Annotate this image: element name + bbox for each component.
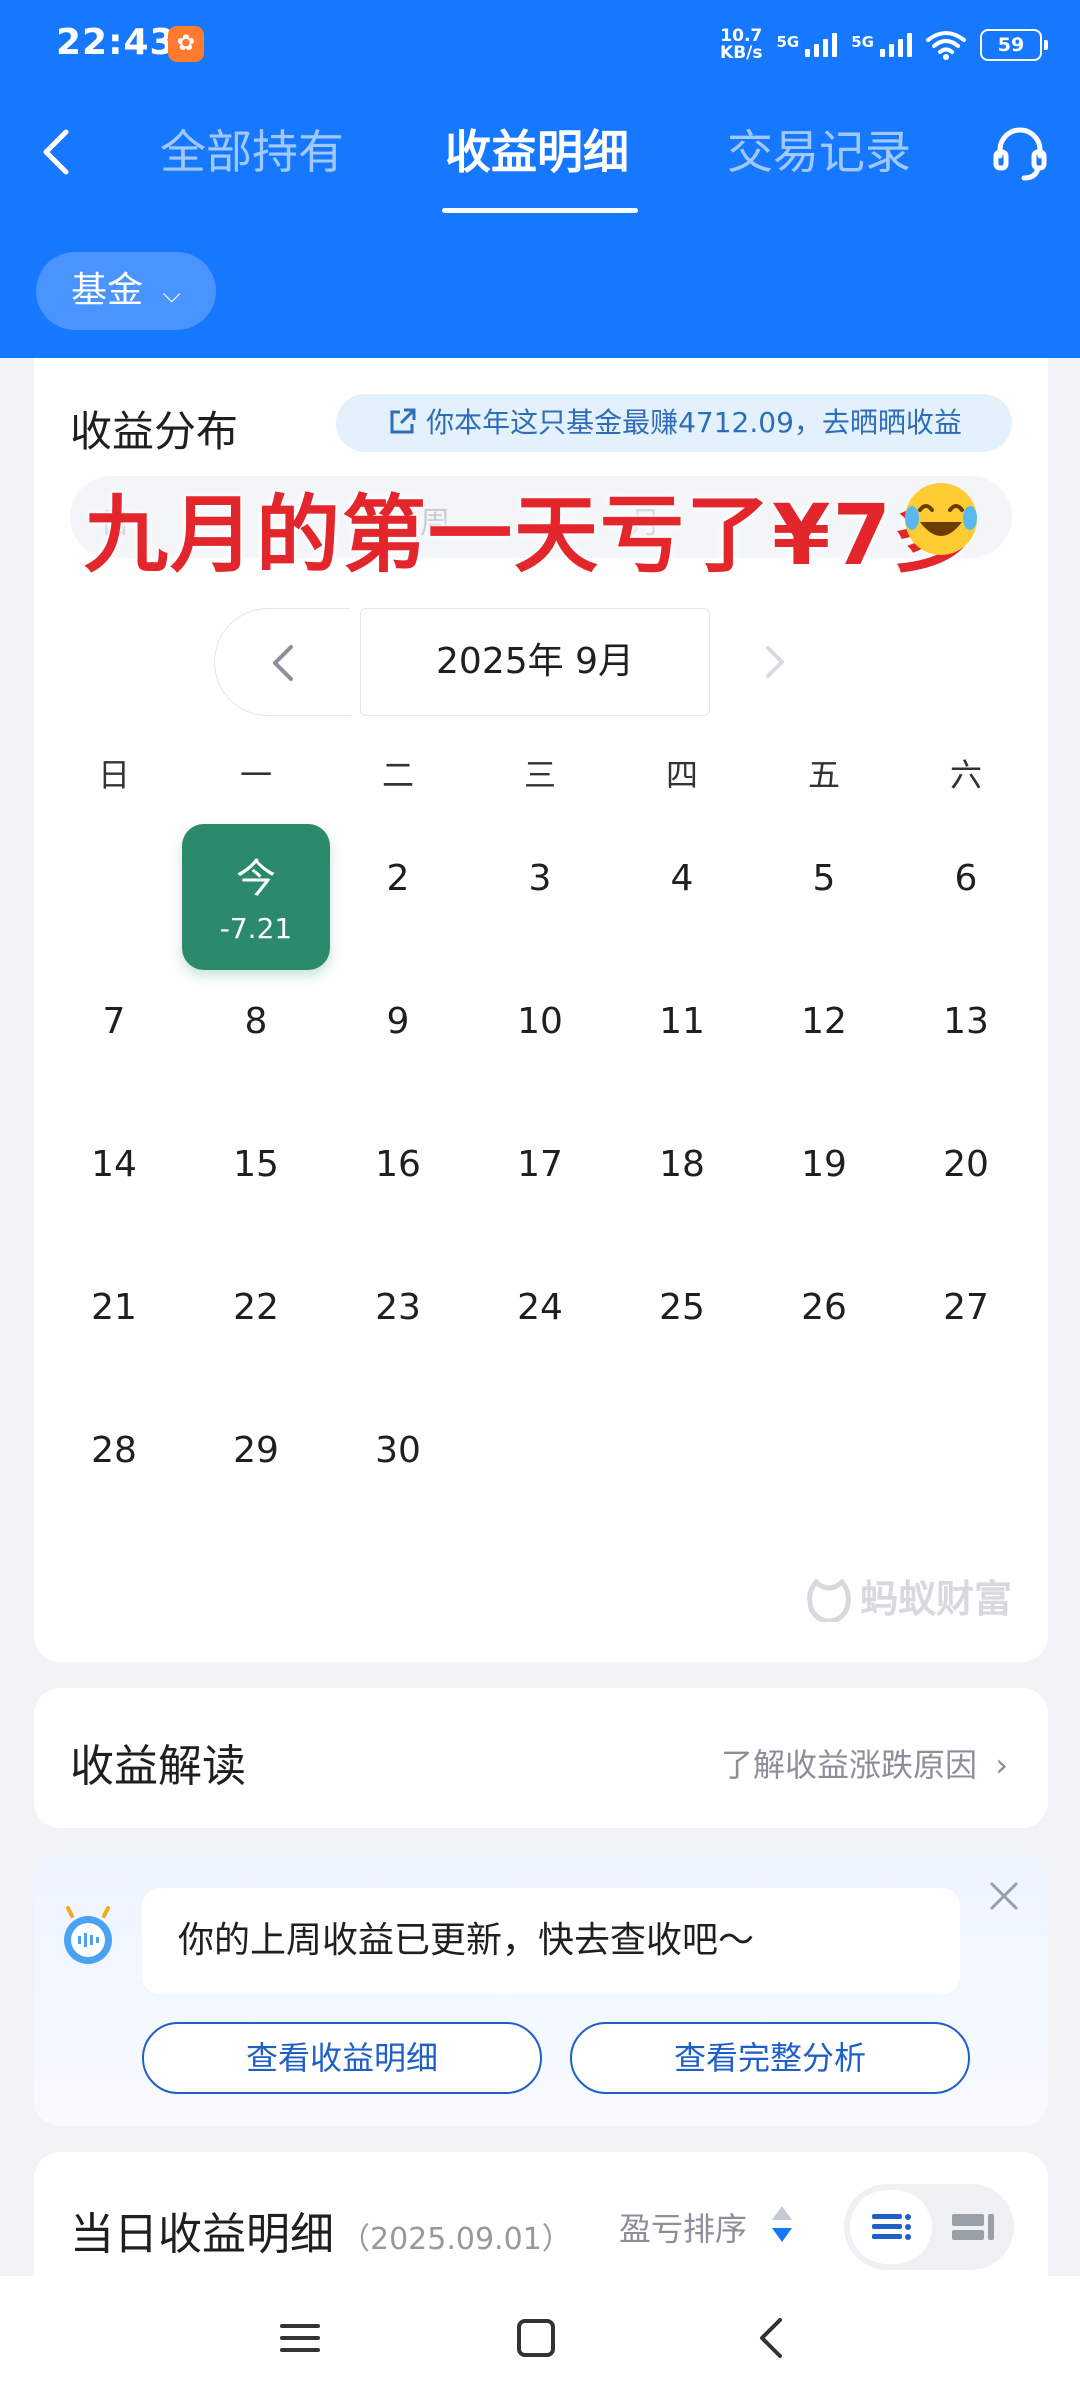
view-mode-toggle	[844, 2184, 1014, 2270]
share-icon	[390, 408, 416, 434]
calendar-day[interactable]: 14	[43, 1144, 185, 1185]
sort-icon	[772, 2206, 792, 2242]
tab-all-holdings[interactable]: 全部持有	[160, 122, 344, 182]
status-time: 22:43	[56, 22, 176, 63]
calendar-day[interactable]: 25	[611, 1287, 753, 1328]
calendar-day[interactable]: 18	[611, 1144, 753, 1185]
calendar-day[interactable]: 12	[753, 1001, 895, 1042]
calendar-day[interactable]: 2	[327, 858, 469, 899]
active-tab-indicator	[442, 208, 638, 213]
calendar-day[interactable]: 30	[327, 1430, 469, 1471]
today-label: 今	[236, 856, 276, 902]
daily-earnings-date: （2025.09.01）	[340, 2222, 572, 2257]
share-earnings-chip[interactable]: 你本年这只基金最赚4712.09，去晒晒收益	[336, 394, 1012, 452]
net-speed-unit: KB/s	[720, 43, 763, 63]
weekday-mon: 一	[239, 756, 272, 794]
calendar-day[interactable]: 19	[753, 1144, 895, 1185]
weekday-fri: 五	[807, 756, 840, 794]
calendar-day[interactable]: 23	[327, 1287, 469, 1328]
interpretation-link[interactable]: 了解收益涨跌原因 ›	[721, 1740, 1008, 1786]
weekday-tue: 二	[381, 756, 414, 794]
signal-sim1-icon: 5G	[777, 33, 838, 57]
calendar-day[interactable]: 10	[469, 1001, 611, 1042]
notice-message: 你的上周收益已更新，快去查收吧～	[142, 1888, 960, 1994]
status-bar: 22:43 ✿ 10.7 KB/s 5G 5G 59	[0, 0, 1080, 92]
calendar-day[interactable]: 4	[611, 858, 753, 899]
chevron-down-icon: ⌵	[162, 280, 181, 308]
calendar-day[interactable]: 6	[895, 858, 1037, 899]
calendar-day[interactable]: 15	[185, 1144, 327, 1185]
status-indicators: 10.7 KB/s 5G 5G 59	[720, 22, 1048, 68]
fund-filter-dropdown[interactable]: 基金 ⌵	[36, 252, 216, 330]
list-view-button[interactable]	[850, 2190, 932, 2264]
interpretation-title: 收益解读	[70, 1741, 246, 1792]
list-icon	[872, 2214, 911, 2240]
back-arrow-icon[interactable]	[28, 122, 88, 182]
calendar-day[interactable]: 28	[43, 1430, 185, 1471]
distribution-title: 收益分布	[70, 407, 239, 456]
prev-month-button[interactable]	[214, 608, 350, 716]
calendar-day[interactable]: 22	[185, 1287, 327, 1328]
chevron-right-icon: ›	[995, 1746, 1008, 1784]
app-header: 22:43 ✿ 10.7 KB/s 5G 5G 59 全部持有 收益明细 交易记…	[0, 0, 1080, 358]
view-full-analysis-button[interactable]: 查看完整分析	[570, 2022, 970, 2094]
net-speed: 10.7 KB/s	[720, 28, 762, 62]
antfortune-logo-icon	[807, 1578, 851, 1624]
calendar-day[interactable]: 20	[895, 1144, 1037, 1185]
antfortune-watermark: 蚂蚁财富	[804, 1568, 1012, 1628]
calendar-day[interactable]: 27	[895, 1287, 1037, 1328]
share-earnings-text: 你本年这只基金最赚4712.09，去晒晒收益	[426, 406, 962, 439]
weekday-sun: 日	[97, 756, 130, 794]
calendar-day[interactable]: 13	[895, 1001, 1037, 1042]
calendar-day[interactable]: 5	[753, 858, 895, 899]
wifi-icon	[926, 31, 966, 60]
calendar-day[interactable]: 21	[43, 1287, 185, 1328]
menu-icon[interactable]	[270, 2308, 330, 2368]
calendar-day[interactable]: 29	[185, 1430, 327, 1471]
calendar-day[interactable]: 8	[185, 1001, 327, 1042]
app-notification-icon: ✿	[168, 26, 204, 62]
laughing-tears-emoji-icon	[905, 483, 977, 555]
calendar-day[interactable]: 16	[327, 1144, 469, 1185]
calendar-day[interactable]: 9	[327, 1001, 469, 1042]
calendar-day[interactable]: 26	[753, 1287, 895, 1328]
chevron-left-icon	[273, 645, 293, 681]
calendar-day[interactable]: 24	[469, 1287, 611, 1328]
calendar-today-cell[interactable]: 今 -7.21	[182, 824, 330, 970]
system-navigation-bar	[0, 2276, 1080, 2400]
customer-service-icon[interactable]	[988, 122, 1052, 186]
fund-filter-label: 基金	[71, 270, 144, 311]
weekday-wed: 三	[523, 756, 556, 794]
weekday-thu: 四	[665, 756, 698, 794]
battery-icon: 59	[980, 29, 1048, 61]
top-nav: 全部持有 收益明细 交易记录	[0, 100, 1080, 220]
month-navigator: 2025年 9月	[214, 608, 784, 718]
current-month-label[interactable]: 2025年 9月	[360, 608, 710, 716]
daily-earnings-title: 当日收益明细 （2025.09.01）	[70, 2209, 572, 2260]
card-view-icon[interactable]	[936, 2190, 1008, 2264]
weekly-earnings-notice-card: 你的上周收益已更新，快去查收吧～ 查看收益明细 查看完整分析	[34, 1854, 1048, 2126]
weekday-sat: 六	[949, 756, 982, 794]
today-earnings-value: -7.21	[219, 912, 293, 945]
tab-earnings-detail[interactable]: 收益明细	[445, 122, 629, 182]
tab-transaction-records[interactable]: 交易记录	[727, 122, 911, 182]
earnings-distribution-card: 收益分布 你本年这只基金最赚4712.09，去晒晒收益 日 周 月 九月的第一天…	[34, 358, 1048, 1662]
back-icon[interactable]	[742, 2308, 802, 2368]
close-icon[interactable]	[986, 1878, 1022, 1914]
calendar-day[interactable]: 3	[469, 858, 611, 899]
sort-by-pnl-button[interactable]: 盈亏排序	[619, 2204, 747, 2250]
signal-sim2-icon: 5G	[851, 33, 912, 57]
home-icon[interactable]	[506, 2308, 566, 2368]
calendar-day[interactable]: 17	[469, 1144, 611, 1185]
assistant-avatar-icon	[64, 1906, 112, 1964]
calendar-day[interactable]: 7	[43, 1001, 185, 1042]
next-month-button	[734, 608, 814, 716]
view-earnings-detail-button[interactable]: 查看收益明细	[142, 2022, 542, 2094]
chevron-right-icon	[766, 646, 784, 678]
calendar-day[interactable]: 11	[611, 1001, 753, 1042]
earnings-interpretation-card[interactable]: 收益解读 了解收益涨跌原因 ›	[34, 1688, 1048, 1828]
